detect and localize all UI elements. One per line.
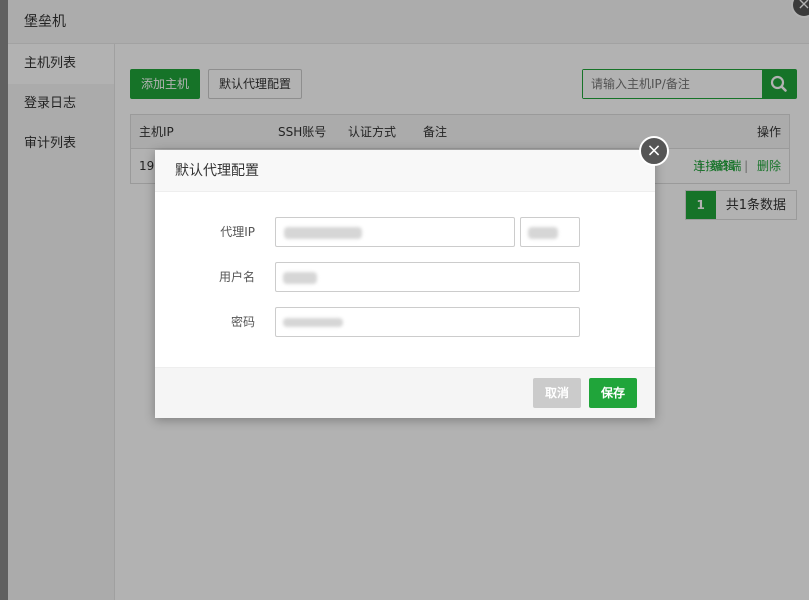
proxy-ip-row: 代理IP [155,217,655,247]
proxy-config-dialog: 默认代理配置 × 代理IP 用户名 密码 取消 保存 [155,136,669,418]
masked-value [528,227,558,239]
masked-value [284,227,362,239]
username-label: 用户名 [218,270,255,284]
dialog-title: 默认代理配置 [155,150,655,192]
username-row: 用户名 [155,262,655,292]
proxy-ip-input[interactable] [275,217,515,247]
password-label: 密码 [230,315,255,329]
dialog-footer: 取消 保存 [155,367,655,418]
password-row: 密码 [155,307,655,337]
masked-value [283,318,343,327]
username-input[interactable] [275,262,580,292]
proxy-port-input[interactable] [520,217,580,247]
proxy-ip-label: 代理IP [220,225,255,239]
password-input[interactable] [275,307,580,337]
cancel-button[interactable]: 取消 [533,378,582,408]
save-button[interactable]: 保存 [589,378,638,408]
masked-value [283,272,317,284]
dialog-close-icon[interactable]: × [639,136,669,166]
